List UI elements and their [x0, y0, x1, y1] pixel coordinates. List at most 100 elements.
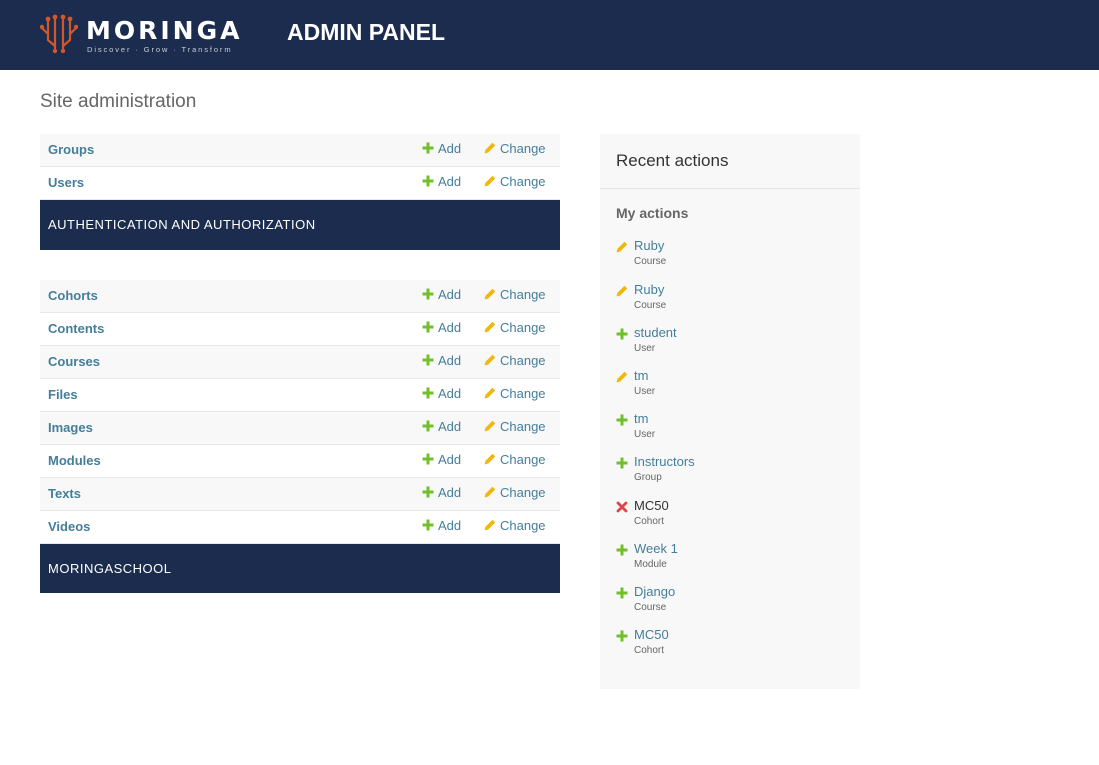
model-row-courses: Courses Add Change — [40, 346, 560, 379]
recent-actions-panel: Recent actions My actions Ruby Course Ru… — [600, 134, 860, 689]
recent-action-type: User — [634, 343, 656, 354]
model-link-videos[interactable]: Videos — [48, 519, 90, 535]
change-videos-button[interactable]: Change — [484, 518, 546, 534]
model-link-contents[interactable]: Contents — [48, 321, 104, 337]
model-row-contents: Contents Add Change — [40, 313, 560, 346]
recent-action-type: Course — [634, 602, 667, 613]
plus-icon — [616, 457, 628, 469]
module-caption-link[interactable]: AUTHENTICATION AND AUTHORIZATION — [48, 217, 316, 233]
recent-action-deleted-object: MC50 — [634, 498, 669, 513]
add-modules-button[interactable]: Add — [422, 452, 461, 468]
module-auth: Groups Add Change Users Add Change AUTHE… — [40, 134, 560, 250]
admin-panel-title[interactable]: ADMIN PANEL — [287, 17, 445, 47]
recent-action-item: Django Course — [616, 584, 846, 620]
recent-action-type: Cohort — [634, 645, 665, 656]
change-users-button[interactable]: Change — [484, 174, 546, 190]
logo-tagline: Discover · Grow · Transform — [87, 45, 233, 54]
recent-action-type: Module — [634, 559, 667, 570]
recent-action-item: tm User — [616, 368, 846, 404]
add-courses-button[interactable]: Add — [422, 353, 461, 369]
pencil-icon — [484, 288, 496, 300]
recent-action-object-link[interactable]: MC50 — [634, 627, 669, 643]
recent-action-type: Cohort — [634, 516, 665, 527]
model-link-texts[interactable]: Texts — [48, 486, 81, 502]
plus-icon — [422, 519, 434, 531]
delete-x-icon — [616, 501, 628, 513]
plus-icon — [422, 321, 434, 333]
recent-action-object-link[interactable]: Ruby — [634, 238, 664, 254]
recent-actions-title: Recent actions — [616, 151, 729, 170]
recent-action-item: MC50 Cohort — [616, 498, 846, 534]
recent-action-item: Instructors Group — [616, 454, 846, 490]
model-link-courses[interactable]: Courses — [48, 354, 100, 370]
model-link-cohorts[interactable]: Cohorts — [48, 288, 98, 304]
recent-action-object-link[interactable]: Django — [634, 584, 675, 600]
plus-icon — [422, 453, 434, 465]
module-caption-moringaschool: MORINGASCHOOL — [40, 544, 560, 593]
page-title: Site administration — [40, 91, 197, 112]
recent-action-object-link[interactable]: student — [634, 325, 677, 341]
change-groups-button[interactable]: Change — [484, 141, 546, 157]
change-modules-button[interactable]: Change — [484, 452, 546, 468]
pencil-icon — [484, 519, 496, 531]
recent-action-item: Ruby Course — [616, 282, 846, 318]
recent-action-item: student User — [616, 325, 846, 361]
pencil-icon — [484, 321, 496, 333]
pencil-icon — [484, 142, 496, 154]
pencil-icon — [616, 285, 628, 297]
change-images-button[interactable]: Change — [484, 419, 546, 435]
recent-action-object-link[interactable]: Ruby — [634, 282, 664, 298]
recent-action-object-link[interactable]: Week 1 — [634, 541, 678, 557]
pencil-icon — [484, 354, 496, 366]
model-row-texts: Texts Add Change — [40, 478, 560, 511]
plus-icon — [422, 486, 434, 498]
model-link-files[interactable]: Files — [48, 387, 78, 403]
pencil-icon — [484, 453, 496, 465]
recent-action-type: Group — [634, 472, 662, 483]
recent-action-type: Course — [634, 256, 667, 267]
circuit-tree-icon — [40, 14, 78, 54]
module-moringaschool: Cohorts Add Change Contents Add Change C… — [40, 280, 560, 593]
plus-icon — [422, 288, 434, 300]
recent-action-type: Course — [634, 300, 667, 311]
change-contents-button[interactable]: Change — [484, 320, 546, 336]
recent-action-item: MC50 Cohort — [616, 627, 846, 663]
recent-action-object-link[interactable]: tm — [634, 368, 648, 384]
add-cohorts-button[interactable]: Add — [422, 287, 461, 303]
change-courses-button[interactable]: Change — [484, 353, 546, 369]
moringa-logo[interactable]: MORINGA Discover · Grow · Transform — [40, 14, 245, 54]
logo-wordmark: MORINGA — [86, 16, 243, 45]
recent-action-item: Week 1 Module — [616, 541, 846, 577]
pencil-icon — [484, 420, 496, 432]
plus-icon — [422, 354, 434, 366]
recent-action-item: tm User — [616, 411, 846, 447]
add-contents-button[interactable]: Add — [422, 320, 461, 336]
change-cohorts-button[interactable]: Change — [484, 287, 546, 303]
recent-action-object-link[interactable]: tm — [634, 411, 648, 427]
recent-action-type: User — [634, 429, 656, 440]
module-caption-link[interactable]: MORINGASCHOOL — [48, 561, 172, 577]
plus-icon — [422, 387, 434, 399]
model-link-modules[interactable]: Modules — [48, 453, 101, 469]
model-link-groups[interactable]: Groups — [48, 142, 94, 158]
recent-action-object-link[interactable]: Instructors — [634, 454, 695, 470]
add-videos-button[interactable]: Add — [422, 518, 461, 534]
change-files-button[interactable]: Change — [484, 386, 546, 402]
model-row-images: Images Add Change — [40, 412, 560, 445]
add-texts-button[interactable]: Add — [422, 485, 461, 501]
model-link-images[interactable]: Images — [48, 420, 93, 436]
plus-icon — [616, 630, 628, 642]
recent-action-type: User — [634, 386, 656, 397]
change-texts-button[interactable]: Change — [484, 485, 546, 501]
add-groups-button[interactable]: Add — [422, 141, 461, 157]
model-row-groups: Groups Add Change — [40, 134, 560, 167]
add-images-button[interactable]: Add — [422, 419, 461, 435]
pencil-icon — [616, 371, 628, 383]
plus-icon — [616, 587, 628, 599]
add-users-button[interactable]: Add — [422, 174, 461, 190]
pencil-icon — [484, 175, 496, 187]
pencil-icon — [616, 241, 628, 253]
plus-icon — [422, 142, 434, 154]
add-files-button[interactable]: Add — [422, 386, 461, 402]
model-link-users[interactable]: Users — [48, 175, 84, 191]
